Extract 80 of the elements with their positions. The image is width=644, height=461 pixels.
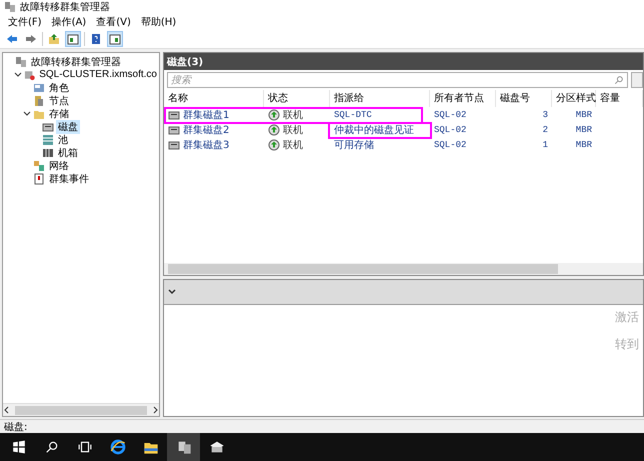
horizontal-scrollbar[interactable]: [164, 263, 643, 275]
pool-icon: [42, 134, 54, 146]
tree-item[interactable]: 故障转移群集管理器: [29, 54, 123, 68]
tree-item[interactable]: 机箱: [56, 146, 80, 160]
column-header[interactable]: 指派给: [330, 90, 430, 107]
column-header[interactable]: 磁盘号: [496, 90, 552, 107]
events-icon: [33, 172, 45, 184]
menu-item[interactable]: 帮助(H): [136, 15, 180, 29]
task-view-icon: [78, 440, 92, 454]
cluster-icon: [24, 68, 36, 80]
chevron-icon: [168, 288, 176, 296]
table-cell-text: 可用存储: [334, 138, 374, 152]
server-icon: [208, 439, 224, 455]
browser-e-icon: [110, 439, 126, 455]
tree-item[interactable]: 角色: [47, 80, 71, 94]
table-cell: 3: [542, 110, 548, 120]
column-header[interactable]: 状态: [264, 90, 330, 107]
roles-icon: [33, 82, 45, 94]
table-cell: 1: [542, 140, 548, 150]
table-cell-text: 仲裁中的磁盘见证: [334, 124, 414, 136]
menu-item[interactable]: 查看(V): [92, 15, 135, 29]
table-cell: MBR: [576, 140, 592, 150]
panel-title: 磁盘(3): [164, 53, 643, 70]
table-cell-text: 联机: [283, 124, 303, 136]
table-cell: MBR: [576, 110, 592, 120]
windows-logo-icon: [12, 440, 26, 454]
tree-item[interactable]: 磁盘: [56, 120, 80, 134]
table-cell: SQL-02: [434, 110, 466, 120]
column-header[interactable]: 容量: [596, 90, 643, 107]
table-cell-text: 联机: [283, 108, 303, 122]
expand-caret-icon[interactable]: [23, 110, 31, 118]
table-cell: SQL-DTC: [334, 110, 372, 120]
expand-caret-icon[interactable]: [14, 70, 22, 78]
forward-arrow-icon: [25, 33, 37, 45]
table-cell-text: 联机: [283, 138, 303, 152]
column-header[interactable]: 名称: [164, 90, 264, 107]
search-icon: [44, 440, 58, 454]
search-field[interactable]: 搜索: [167, 72, 628, 88]
search-input[interactable]: 搜索: [171, 74, 371, 86]
column-header[interactable]: 所有者节点: [430, 90, 496, 107]
details-toggle[interactable]: [164, 280, 643, 305]
tree-item[interactable]: SQL-CLUSTER.ixmsoft.co: [37, 69, 159, 80]
menu-item[interactable]: 操作(A): [48, 15, 90, 29]
horizontal-scrollbar[interactable]: [3, 403, 159, 416]
table-cell: 2: [542, 124, 548, 134]
scroll-left-icon[interactable]: [3, 406, 11, 414]
tree-item[interactable]: 存储: [47, 106, 71, 120]
folder-up-icon: [48, 33, 60, 45]
scroll-right-icon[interactable]: [151, 406, 159, 414]
taskbar-button[interactable]: [167, 433, 200, 461]
activation-notice: 转到: [615, 336, 639, 353]
table-cell-text: 群集磁盘2: [183, 124, 230, 136]
network-icon: [33, 160, 45, 172]
servers-icon: [176, 439, 192, 455]
tree-item[interactable]: 网络: [47, 158, 71, 172]
table-cell: SQL-02: [434, 140, 466, 150]
column-header[interactable]: 分区样式: [552, 90, 596, 107]
window-title: 故障转移群集管理器: [20, 0, 110, 14]
nodes-icon: [33, 94, 45, 106]
status-text: 磁盘:: [4, 420, 28, 434]
activation-notice: 激活: [615, 309, 639, 326]
table-cell: MBR: [576, 124, 592, 134]
up-button[interactable]: [46, 31, 62, 47]
pane-button[interactable]: [107, 31, 123, 47]
servers-icon: [15, 56, 27, 68]
action-pane-icon: [109, 33, 121, 45]
table-cell-text: 群集磁盘1: [183, 108, 230, 122]
back-arrow-icon: [6, 33, 18, 45]
search-icon: [614, 75, 624, 85]
menu-item[interactable]: 文件(F): [4, 15, 46, 29]
tree-item[interactable]: 池: [56, 132, 70, 146]
enclosure-icon: [42, 146, 54, 158]
table-cell: SQL-02: [434, 124, 466, 134]
tree-item[interactable]: 节点: [47, 94, 71, 108]
servers-icon: [4, 1, 16, 13]
help-icon: [90, 33, 102, 45]
table-cell-text: 群集磁盘3: [183, 138, 230, 152]
console-tree-icon: [67, 33, 79, 45]
tree-item[interactable]: 群集事件: [47, 172, 91, 186]
tree-button[interactable]: [65, 31, 81, 47]
